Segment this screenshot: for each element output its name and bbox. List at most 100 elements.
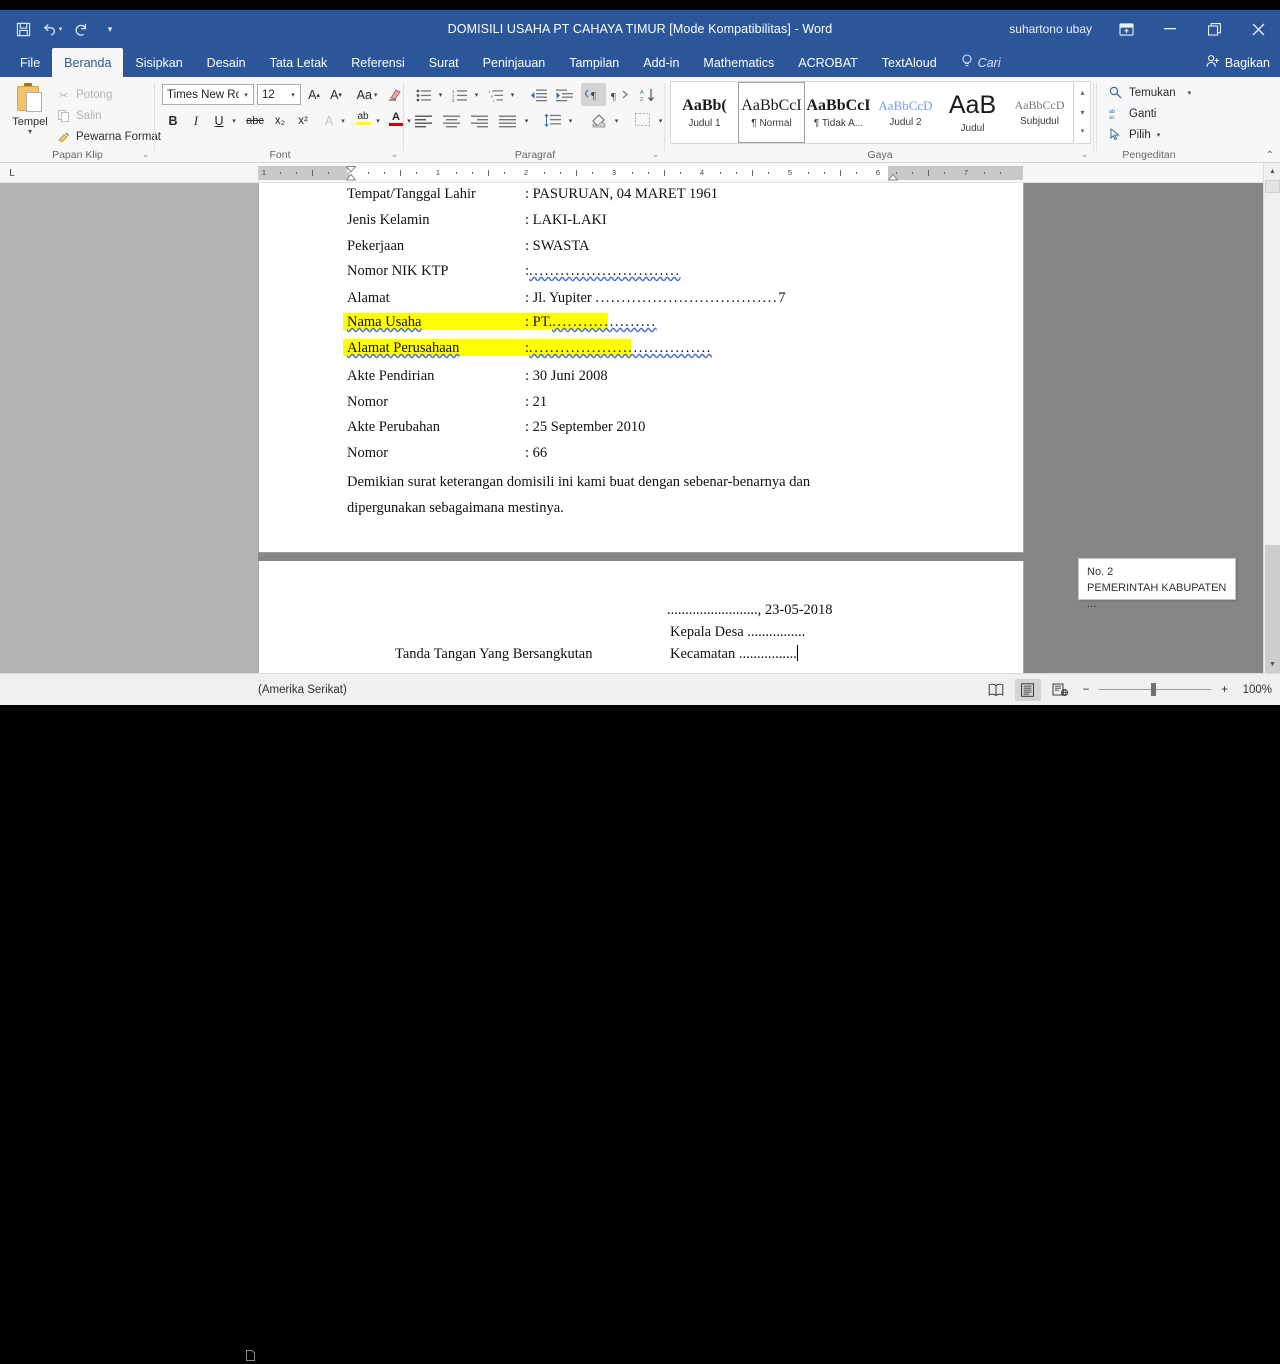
print-layout-view-button[interactable] [1014, 678, 1041, 701]
cut-button[interactable]: ✂ Potong [56, 85, 113, 105]
clipboard-dialog-launcher[interactable]: ⌄ [140, 149, 151, 160]
copy-button[interactable]: Salin [56, 106, 102, 126]
chevron-down-icon[interactable]: ▾ [611, 110, 622, 132]
font-name-combobox[interactable]: Times New Ro ▾ [162, 84, 254, 105]
chevron-down-icon[interactable]: ▾ [521, 110, 532, 132]
web-layout-view-button[interactable] [1047, 679, 1073, 701]
select-button[interactable]: Pilih ▾ [1108, 124, 1160, 145]
style-judul-1[interactable]: AaBb( Judul 1 [671, 82, 738, 143]
tab-referensi[interactable]: Referensi [339, 48, 417, 77]
closing-paragraph[interactable]: Demikian surat keterangan domisili ini k… [347, 469, 927, 521]
first-line-indent-marker[interactable] [346, 166, 356, 173]
style-judul[interactable]: AaB Judul [939, 82, 1006, 143]
save-icon[interactable] [10, 16, 36, 42]
chevron-down-icon[interactable]: ▾ [337, 110, 349, 132]
chevron-down-icon[interactable]: ▾ [507, 84, 518, 106]
style-tidak-ada-spasi[interactable]: AaBbCcI ¶ Tidak A... [805, 82, 872, 143]
borders-button[interactable] [631, 109, 655, 131]
ltr-text-direction-button[interactable]: ¶ [581, 83, 606, 106]
style-normal[interactable]: AaBbCcI ¶ Normal [738, 82, 805, 143]
tab-mathematics[interactable]: Mathematics [691, 48, 786, 77]
undo-icon[interactable]: ▾ [39, 16, 65, 42]
increase-indent-button[interactable] [553, 84, 575, 106]
tell-me-search[interactable]: Cari [949, 48, 1013, 77]
vertical-scrollbar[interactable]: ▲ ▼ [1263, 163, 1280, 695]
document-page-1[interactable]: Tempat/Tanggal Lahir : PASURUAN, 04 MARE… [258, 183, 1024, 553]
tab-textaloud[interactable]: TextAloud [870, 48, 949, 77]
tab-desain[interactable]: Desain [195, 48, 258, 77]
style-judul-2[interactable]: AaBbCcD Judul 2 [872, 82, 939, 143]
align-center-button[interactable] [439, 110, 465, 132]
styles-gallery-scrollbar[interactable]: ▴ ▾ ▾ [1075, 81, 1091, 144]
account-name[interactable]: suhartono ubay [1009, 22, 1092, 36]
chevron-down-icon[interactable]: ▾ [228, 110, 240, 132]
numbering-button[interactable]: 123 [449, 84, 471, 106]
find-button[interactable]: Temukan ▾ [1108, 82, 1191, 103]
style-subjudul[interactable]: AaBbCcD Subjudul [1006, 82, 1073, 143]
align-right-button[interactable] [467, 110, 493, 132]
tab-tampilan[interactable]: Tampilan [557, 48, 631, 77]
chevron-down-icon[interactable]: ▾ [28, 128, 32, 136]
line-spacing-button[interactable] [541, 110, 565, 132]
font-dialog-launcher[interactable]: ⌄ [389, 149, 400, 160]
zoom-slider-handle[interactable] [1151, 682, 1157, 696]
tab-peninjauan[interactable]: Peninjauan [471, 48, 558, 77]
scroll-up-icon[interactable]: ▲ [1264, 163, 1280, 180]
restore-button[interactable] [1192, 10, 1236, 48]
italic-button[interactable]: I [187, 110, 205, 132]
tab-sisipkan[interactable]: Sisipkan [123, 48, 194, 77]
chevron-down-icon[interactable]: ▾ [565, 110, 576, 132]
redo-icon[interactable] [68, 16, 94, 42]
horizontal-ruler[interactable]: 1 1 2 3 4 5 6 7 [258, 166, 1023, 181]
font-size-combobox[interactable]: 12 ▾ [257, 84, 301, 105]
sort-button[interactable]: AZ [637, 84, 659, 106]
paste-button[interactable]: Tempel ▾ [8, 81, 52, 143]
chevron-down-icon[interactable]: ▾ [435, 84, 446, 106]
text-highlight-button[interactable]: ab [352, 107, 374, 129]
strikethrough-button[interactable]: abc [243, 110, 267, 132]
window-splitter[interactable] [1265, 180, 1280, 193]
collapse-ribbon-button[interactable]: ⌃ [1266, 150, 1274, 161]
justify-button[interactable] [495, 110, 521, 132]
paragraph-dialog-launcher[interactable]: ⌄ [650, 149, 661, 160]
superscript-button[interactable]: x² [293, 110, 313, 132]
bullets-button[interactable] [413, 84, 435, 106]
close-button[interactable] [1236, 10, 1280, 48]
zoom-slider[interactable] [1099, 682, 1212, 697]
grow-font-button[interactable]: A ▴ [304, 84, 324, 106]
bold-button[interactable]: B [164, 110, 182, 132]
multilevel-list-button[interactable]: 1ai [485, 84, 507, 106]
ribbon-display-options-icon[interactable] [1104, 10, 1148, 48]
format-painter-button[interactable]: Pewarna Format [56, 127, 161, 147]
tab-stop-selector[interactable]: L [4, 165, 20, 181]
replace-button[interactable]: ab ac Ganti [1108, 103, 1157, 124]
chevron-down-icon[interactable]: ▾ [286, 91, 300, 99]
zoom-level-label[interactable]: 100% [1238, 684, 1272, 696]
decrease-indent-button[interactable] [527, 84, 549, 106]
scroll-up-icon[interactable]: ▴ [1075, 82, 1090, 102]
shrink-font-button[interactable]: A ▾ [326, 84, 346, 106]
tab-file[interactable]: File [8, 48, 52, 77]
tab-acrobat[interactable]: ACROBAT [786, 48, 870, 77]
zoom-in-button[interactable]: + [1217, 684, 1232, 696]
chevron-down-icon[interactable]: ▾ [372, 110, 384, 132]
change-case-button[interactable]: Aa ▾ [352, 84, 382, 106]
document-page-2[interactable]: ........................., 23-05-2018 Ke… [258, 561, 1024, 673]
more-styles-icon[interactable]: ▾ [1075, 122, 1090, 142]
customize-qat-icon[interactable]: ▾ [97, 16, 123, 42]
language-indicator[interactable]: (Amerika Serikat) [258, 684, 347, 696]
chevron-down-icon[interactable]: ▾ [1188, 89, 1192, 97]
chevron-down-icon[interactable]: ▾ [1157, 131, 1161, 139]
scroll-down-icon[interactable]: ▼ [1264, 656, 1280, 673]
tab-tata-letak[interactable]: Tata Letak [258, 48, 340, 77]
tab-beranda[interactable]: Beranda [52, 48, 124, 77]
minimize-button[interactable] [1148, 10, 1192, 48]
chevron-down-icon[interactable]: ▾ [239, 91, 253, 99]
text-effects-button[interactable]: A [320, 110, 338, 132]
underline-button[interactable]: U [210, 110, 228, 132]
clear-formatting-icon[interactable] [385, 84, 403, 106]
tab-add-in[interactable]: Add-in [631, 48, 691, 77]
chevron-down-icon[interactable]: ▾ [471, 84, 482, 106]
zoom-out-button[interactable]: − [1079, 684, 1094, 696]
rtl-text-direction-button[interactable]: ¶ [609, 84, 631, 106]
